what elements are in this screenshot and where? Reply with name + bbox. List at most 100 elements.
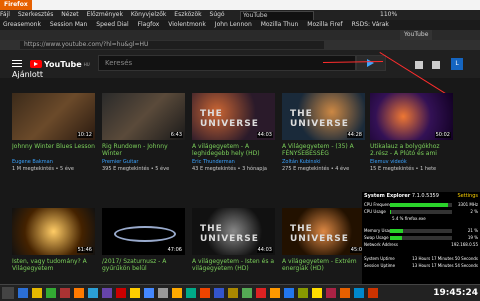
se-value: 2 % (470, 209, 478, 214)
thumbnail-caption: THE UNIVERSE (200, 109, 259, 129)
taskbar-app-icon[interactable] (256, 288, 266, 298)
video-meta: 395 E megtekintés • 5 éve (102, 166, 170, 172)
video-title[interactable]: Utikalauz a bolygókhoz 2.rész - A Plútó … (370, 143, 453, 157)
duration-badge: 10:12 (76, 132, 93, 138)
video-thumbnail[interactable]: THE UNIVERSE 44:28 (282, 93, 365, 140)
taskbar-app-icon[interactable] (368, 288, 378, 298)
taskbar-app-icon[interactable] (116, 288, 126, 298)
menu-item[interactable]: Súgó (210, 11, 225, 18)
channel-name[interactable]: Eric Thunderman (192, 159, 275, 165)
video-meta: 15 E megtekintés • 1 hete (370, 166, 437, 172)
video-thumbnail[interactable]: THE UNIVERSE 45:0 (282, 208, 365, 255)
upload-icon[interactable] (415, 61, 423, 69)
video-title[interactable]: A világegyetem - Extrém energiák (HD) (282, 258, 365, 272)
channel-name[interactable]: Eugene Bakman (12, 159, 95, 165)
taskbar-app-icon[interactable] (60, 288, 70, 298)
taskbar-app-icon[interactable] (18, 288, 28, 298)
section-title: Ajánlott (12, 70, 44, 79)
video-title[interactable]: /2017/ Szaturnusz - A gyűrűkön belül (102, 258, 185, 272)
bookmark-item[interactable]: Greasemonk (0, 20, 44, 30)
avatar[interactable]: L (451, 58, 463, 70)
bookmarks-bar: Greasemonk Session Man Speed Dial Flagfo… (0, 20, 480, 30)
taskbar-app-icon[interactable] (172, 288, 182, 298)
taskbar-app-icon[interactable] (186, 288, 196, 298)
bookmark-item[interactable]: Session Man (47, 20, 90, 30)
menu-item[interactable]: Eszközök (174, 11, 201, 18)
taskbar-app-icon[interactable] (242, 288, 252, 298)
youtube-region-label: HU (83, 61, 90, 67)
taskbar-app-icon[interactable] (102, 288, 112, 298)
video-title[interactable]: A Világegyetem - (35) A FÉNYSEBESSÉG (282, 143, 365, 157)
taskbar-app-icon[interactable] (312, 288, 322, 298)
bookmark-item[interactable]: Mozilla Firef (304, 20, 345, 30)
video-card[interactable]: THE UNIVERSE 44:03 A világegyetem - Iste… (192, 208, 275, 272)
taskbar-clock[interactable]: 19:45:24 (433, 286, 478, 300)
video-thumbnail[interactable]: 50:02 (370, 93, 453, 140)
duration-badge: 44:28 (346, 132, 363, 138)
video-title[interactable]: Isten, vagy tudomány? A Világegyetem (12, 258, 95, 272)
thumbnail-caption: THE UNIVERSE (290, 109, 349, 129)
taskbar-app-icon[interactable] (270, 288, 280, 298)
video-card[interactable]: 50:02 Utikalauz a bolygókhoz 2.rész - A … (370, 93, 453, 172)
video-card[interactable]: 51:46 Isten, vagy tudomány? A Világegyet… (12, 208, 95, 272)
video-title[interactable]: A világegyetem - Isten és a világegyetem… (192, 258, 275, 272)
taskbar-firefox-icon[interactable] (340, 288, 350, 298)
video-card[interactable]: 10:12 Johnny Winter Blues Lesson Eugene … (12, 93, 95, 172)
video-thumbnail[interactable]: 6:43 (102, 93, 185, 140)
video-title[interactable]: Johnny Winter Blues Lesson (12, 143, 95, 157)
bookmark-item[interactable]: Violentmonk (165, 20, 209, 30)
hamburger-menu-icon[interactable] (12, 60, 22, 68)
video-card[interactable]: 47:06 /2017/ Szaturnusz - A gyűrűkön bel… (102, 208, 185, 272)
video-title[interactable]: A világegyetem - A leghidegebb hely (HD) (192, 143, 275, 157)
menu-item[interactable]: Nézet (61, 11, 78, 18)
menu-item[interactable]: Könyvjelzők (131, 11, 167, 18)
taskbar-app-icon[interactable] (158, 288, 168, 298)
firefox-menu-button[interactable]: Firefox (0, 0, 32, 10)
taskbar-app-icon[interactable] (200, 288, 210, 298)
taskbar-app-icon[interactable] (298, 288, 308, 298)
taskbar-app-icon[interactable] (228, 288, 238, 298)
bookmark-item[interactable]: John Lennon (212, 20, 255, 30)
taskbar-app-icon[interactable] (214, 288, 224, 298)
tab-youtube[interactable]: YouTube (400, 30, 433, 40)
menu-item[interactable]: Fájl (0, 11, 10, 18)
se-settings-link[interactable]: Settings (457, 194, 478, 199)
taskbar-app-icon[interactable] (46, 288, 56, 298)
taskbar-app-icon[interactable] (130, 288, 140, 298)
menu-item[interactable]: Előzmények (87, 11, 123, 18)
video-title[interactable]: Rig Rundown - Johnny Winter (102, 143, 185, 157)
search-input[interactable]: Keresés (98, 55, 356, 71)
menu-item[interactable]: Szerkesztés (18, 11, 54, 18)
video-thumbnail[interactable]: THE UNIVERSE 44:03 (192, 93, 275, 140)
video-thumbnail[interactable]: THE UNIVERSE 44:03 (192, 208, 275, 255)
se-swap-row: Swap Usage 19 % (364, 235, 478, 241)
start-button[interactable] (2, 287, 14, 299)
bookmark-item[interactable]: Speed Dial (93, 20, 131, 30)
se-value: 21 % (467, 228, 478, 233)
taskbar-app-icon[interactable] (326, 288, 336, 298)
taskbar-app-icon[interactable] (144, 288, 154, 298)
taskbar-app-icon[interactable] (32, 288, 42, 298)
channel-name[interactable]: Elemuv videók (370, 159, 453, 165)
video-card[interactable]: THE UNIVERSE 44:03 A világegyetem - A le… (192, 93, 275, 172)
search-button[interactable] (356, 55, 386, 71)
video-card[interactable]: THE UNIVERSE 45:0 A világegyetem - Extré… (282, 208, 365, 272)
taskbar-app-icon[interactable] (284, 288, 294, 298)
youtube-logo[interactable]: YouTube HU (30, 59, 90, 69)
taskbar-app-icon[interactable] (88, 288, 98, 298)
taskbar-app-icon[interactable] (354, 288, 364, 298)
video-card[interactable]: 6:43 Rig Rundown - Johnny Winter Premier… (102, 93, 185, 172)
video-thumbnail[interactable]: 47:06 (102, 208, 185, 255)
video-meta: 43 E megtekintés • 3 hónapja (192, 166, 267, 172)
bookmark-item[interactable]: RSDS: Várak (349, 20, 392, 30)
notifications-icon[interactable] (432, 61, 440, 69)
video-thumbnail[interactable]: 10:12 (12, 93, 95, 140)
channel-name[interactable]: Zoltán Kubinski (282, 159, 365, 165)
bookmark-item[interactable]: Flagfox (135, 20, 163, 30)
channel-name[interactable]: Premier Guitar (102, 159, 185, 165)
video-card[interactable]: THE UNIVERSE 44:28 A Világegyetem - (35)… (282, 93, 365, 172)
video-thumbnail[interactable]: 51:46 (12, 208, 95, 255)
address-bar[interactable]: https://www.youtube.com/?hl=hu&gl=HU (20, 41, 324, 49)
bookmark-item[interactable]: Mozilla Thun (258, 20, 302, 30)
taskbar-app-icon[interactable] (74, 288, 84, 298)
